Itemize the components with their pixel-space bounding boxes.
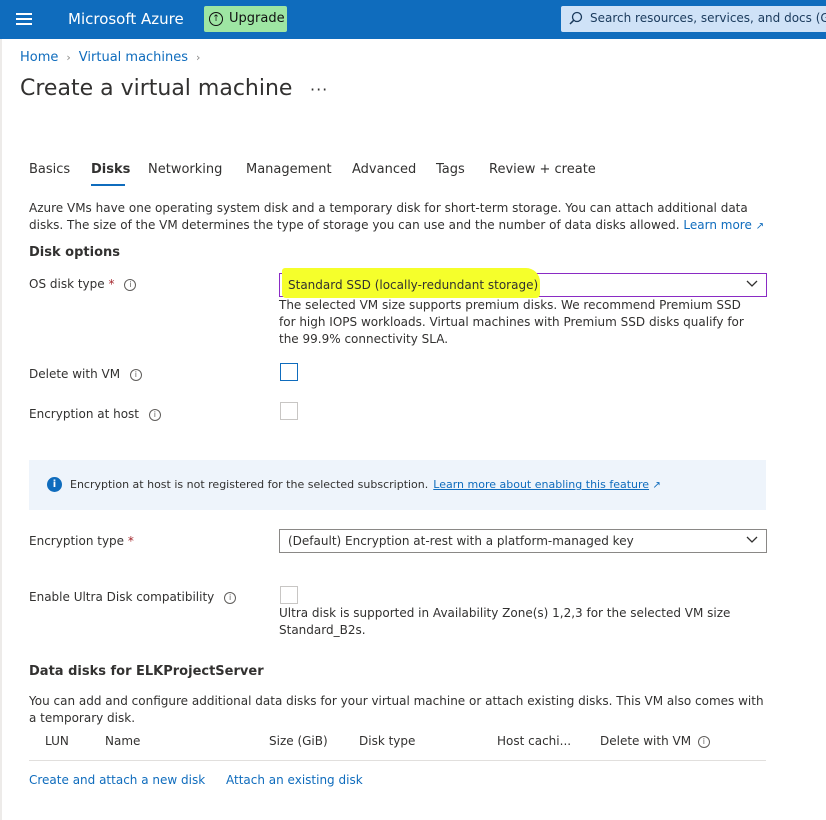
encryption-at-host-label: Encryption at host i xyxy=(29,407,161,421)
delete-with-vm-label-text: Delete with VM xyxy=(29,367,121,381)
tab-networking[interactable]: Networking xyxy=(148,162,222,177)
tab-basics[interactable]: Basics xyxy=(29,162,70,177)
chevron-down-icon xyxy=(746,536,758,543)
encryption-at-host-checkbox[interactable] xyxy=(280,402,298,420)
more-options-icon[interactable]: ··· xyxy=(310,80,328,99)
chevron-down-icon xyxy=(746,280,758,287)
encryption-type-select[interactable]: (Default) Encryption at-rest with a plat… xyxy=(279,529,767,553)
portal-brand[interactable]: Microsoft Azure xyxy=(68,10,184,28)
os-disk-type-label-text: OS disk type xyxy=(29,277,105,291)
column-header-name: Name xyxy=(105,734,141,748)
info-icon[interactable]: i xyxy=(224,592,237,604)
breadcrumb-virtual-machines[interactable]: Virtual machines xyxy=(79,50,188,65)
upgrade-label: Upgrade xyxy=(229,11,285,26)
encryption-type-label: Encryption type * xyxy=(29,534,134,548)
column-header-delete-with-vm-text: Delete with VM xyxy=(600,734,692,748)
ultra-disk-helper-line1: Ultra disk is supported in Availability … xyxy=(279,606,731,620)
chevron-right-icon: › xyxy=(66,51,71,64)
breadcrumb-home[interactable]: Home xyxy=(20,50,58,65)
column-header-lun: LUN xyxy=(45,734,69,748)
encryption-type-value: (Default) Encryption at-rest with a plat… xyxy=(288,534,634,548)
os-disk-type-helper: The selected VM size supports premium di… xyxy=(279,298,744,346)
banner-text: Encryption at host is not registered for… xyxy=(70,478,429,491)
active-tab-indicator xyxy=(91,184,125,186)
delete-with-vm-checkbox[interactable] xyxy=(280,363,298,381)
page-title: Create a virtual machine xyxy=(20,76,293,101)
breadcrumb: Home › Virtual machines › xyxy=(20,50,208,65)
ultra-disk-checkbox[interactable] xyxy=(280,586,298,604)
ultra-disk-label: Enable Ultra Disk compatibility i xyxy=(29,590,237,604)
tab-management[interactable]: Management xyxy=(246,162,332,177)
tab-review-create[interactable]: Review + create xyxy=(489,162,596,177)
required-marker: * xyxy=(127,534,134,548)
attach-existing-disk-link[interactable]: Attach an existing disk xyxy=(226,773,363,787)
upgrade-button[interactable]: ↑ Upgrade xyxy=(204,6,287,32)
top-bar: Microsoft Azure ↑ Upgrade Search resourc… xyxy=(0,0,826,39)
info-filled-icon: i xyxy=(47,477,62,492)
chevron-right-icon: › xyxy=(196,51,201,64)
os-disk-type-value: Standard SSD (locally-redundant storage) xyxy=(288,278,539,292)
info-banner: i Encryption at host is not registered f… xyxy=(29,460,766,510)
external-link-icon: ↗ xyxy=(652,480,661,491)
data-disks-heading: Data disks for ELKProjectServer xyxy=(29,664,264,679)
column-header-size: Size (GiB) xyxy=(269,734,328,748)
ultra-disk-helper-line2: Standard_B2s. xyxy=(279,623,366,637)
disk-options-heading: Disk options xyxy=(29,245,120,260)
delete-with-vm-label: Delete with VM i xyxy=(29,367,142,381)
info-icon[interactable]: i xyxy=(129,369,142,381)
search-icon xyxy=(569,11,583,25)
tab-disks[interactable]: Disks xyxy=(91,162,130,177)
encryption-at-host-label-text: Encryption at host xyxy=(29,407,140,421)
os-disk-type-label: OS disk type * i xyxy=(29,277,137,291)
tab-advanced[interactable]: Advanced xyxy=(352,162,416,177)
column-header-delete-with-vm: Delete with VM i xyxy=(600,734,710,748)
tab-tags[interactable]: Tags xyxy=(436,162,465,177)
table-divider xyxy=(29,760,766,761)
search-placeholder: Search resources, services, and docs (G+… xyxy=(590,11,826,25)
arrow-up-icon: ↑ xyxy=(209,12,223,26)
create-attach-disk-link[interactable]: Create and attach a new disk xyxy=(29,773,205,787)
ultra-disk-label-text: Enable Ultra Disk compatibility xyxy=(29,590,215,604)
required-marker: * xyxy=(108,277,115,291)
column-header-disk-type: Disk type xyxy=(359,734,416,748)
intro-text: Azure VMs have one operating system disk… xyxy=(29,200,774,235)
encryption-type-label-text: Encryption type xyxy=(29,534,125,548)
banner-message: Encryption at host is not registered for… xyxy=(70,478,661,491)
intro-description: Azure VMs have one operating system disk… xyxy=(29,201,748,232)
info-icon[interactable]: i xyxy=(148,409,161,421)
learn-more-link[interactable]: Learn more xyxy=(683,218,751,232)
external-link-icon: ↗ xyxy=(755,221,765,232)
os-disk-type-select[interactable]: Standard SSD (locally-redundant storage) xyxy=(279,268,767,298)
info-icon[interactable]: i xyxy=(124,279,137,291)
info-icon[interactable]: i xyxy=(697,736,710,748)
ultra-disk-helper: Ultra disk is supported in Availability … xyxy=(279,605,765,639)
data-disks-description: You can add and configure additional dat… xyxy=(29,694,764,725)
global-search-input[interactable]: Search resources, services, and docs (G+… xyxy=(561,6,826,32)
column-header-host-caching: Host cachi... xyxy=(497,734,572,748)
blade-edge xyxy=(0,39,2,820)
enable-feature-link[interactable]: Learn more about enabling this feature xyxy=(433,478,649,491)
menu-icon[interactable] xyxy=(16,13,32,25)
